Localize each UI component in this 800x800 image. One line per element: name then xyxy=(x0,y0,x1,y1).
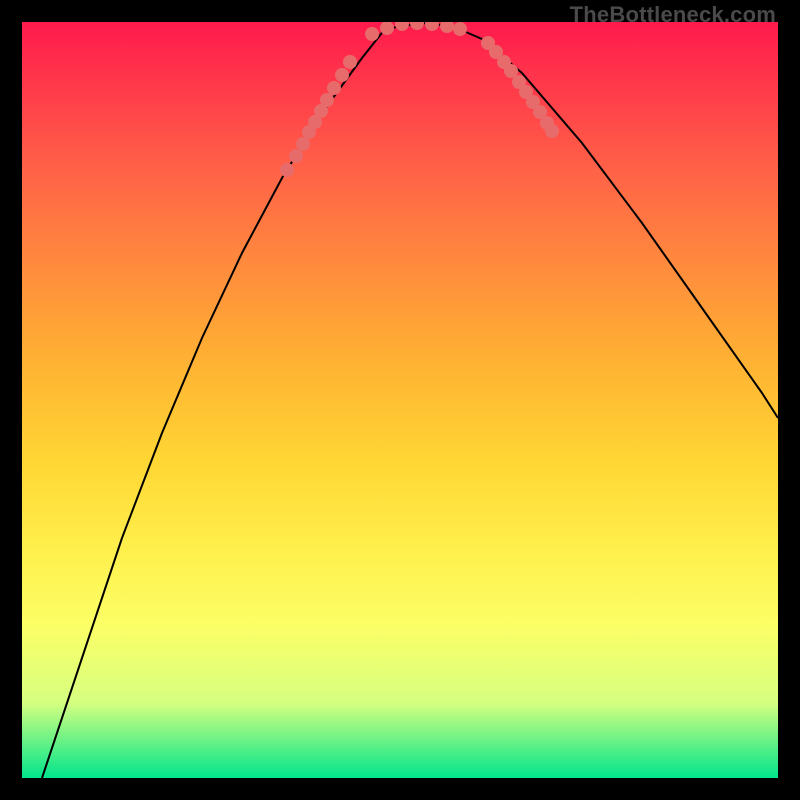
data-point xyxy=(335,68,349,82)
data-point xyxy=(365,27,379,41)
data-point xyxy=(280,163,294,177)
bottleneck-curve xyxy=(42,23,778,778)
watermark-text: TheBottleneck.com xyxy=(570,2,776,28)
data-point xyxy=(327,81,341,95)
chart-frame: TheBottleneck.com xyxy=(0,0,800,800)
data-point xyxy=(410,22,424,30)
data-point xyxy=(395,22,409,31)
data-point xyxy=(425,22,439,31)
data-point xyxy=(289,149,303,163)
data-point xyxy=(343,55,357,69)
data-point xyxy=(545,124,559,138)
data-point xyxy=(453,22,467,36)
data-point xyxy=(296,137,310,151)
marker-layer xyxy=(280,22,559,177)
data-point xyxy=(440,22,454,33)
chart-svg xyxy=(22,22,778,778)
data-point xyxy=(320,93,334,107)
curve-layer xyxy=(42,23,778,778)
plot-area xyxy=(22,22,778,778)
